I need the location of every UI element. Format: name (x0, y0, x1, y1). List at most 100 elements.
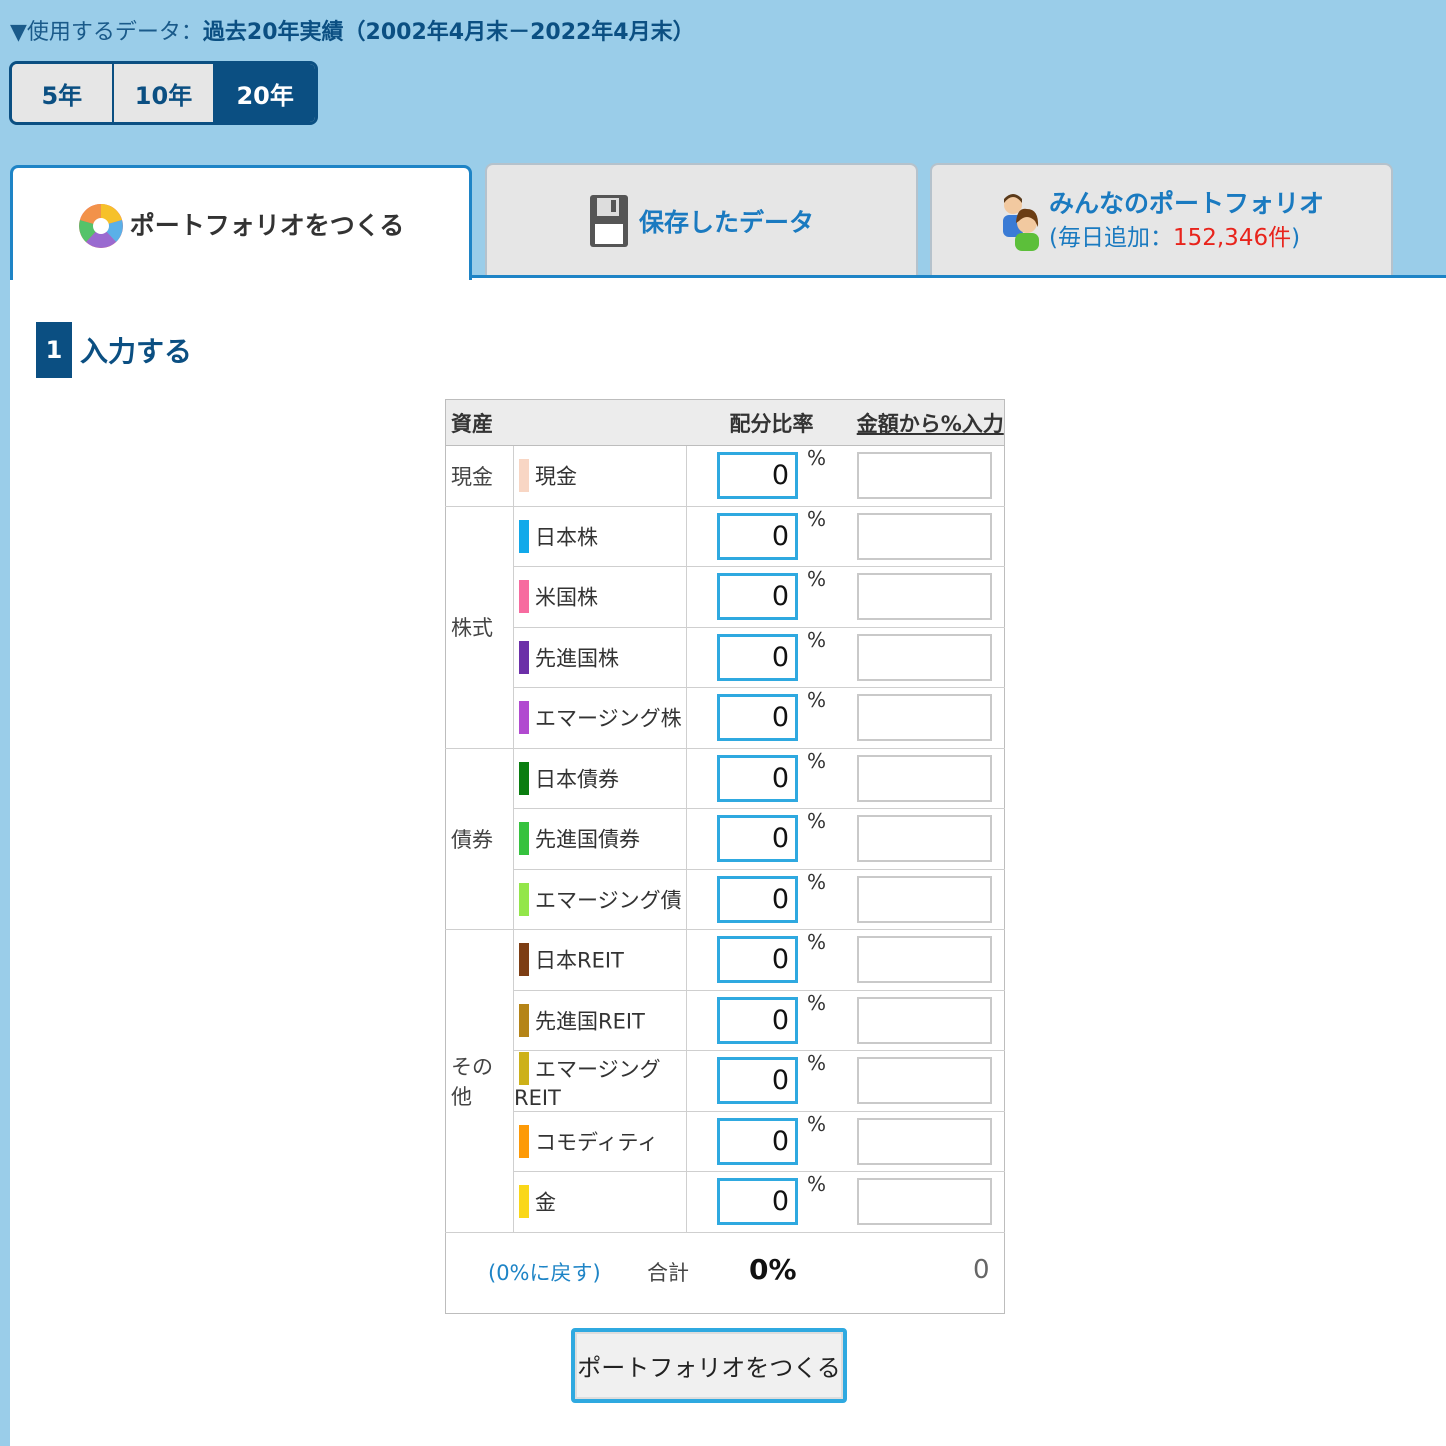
year-10-button[interactable]: 10年 (113, 64, 216, 122)
asset-color-swatch (519, 943, 529, 977)
amount-input[interactable] (856, 936, 992, 984)
ratio-input[interactable]: 0 (717, 573, 798, 621)
asset-name: 先進国REIT (535, 1009, 645, 1034)
percent-sign: % (807, 446, 827, 471)
make-portfolio-button[interactable]: ポートフォリオをつくる (571, 1328, 847, 1403)
percent-sign: % (807, 506, 827, 531)
amount-cell (856, 929, 1005, 990)
tab-everyone-label: みんなのポートフォリオ (1048, 188, 1324, 218)
data-source-period: 過去20年実績（2002年4月末－2022年4月末） (202, 20, 695, 45)
amount-input[interactable] (856, 1057, 992, 1105)
daily-added-count: (毎日追加：152,346件) (1048, 224, 1301, 251)
ratio-cell: 0% (686, 566, 857, 627)
asset-name-cell: エマージング債 (513, 868, 687, 930)
data-source-line: ▼使用するデータ：過去20年実績（2002年4月末－2022年4月末） (10, 14, 695, 46)
percent-sign: % (807, 1051, 827, 1076)
ratio-input[interactable]: 0 (717, 936, 798, 984)
asset-name: 日本債券 (535, 767, 619, 792)
percent-sign: % (807, 809, 827, 834)
asset-color-swatch (519, 1124, 529, 1158)
allocation-row: 先進国REIT 0% (446, 989, 1005, 1051)
ratio-input[interactable]: 0 (717, 996, 798, 1044)
allocation-row: 先進国債券 0% (446, 808, 1005, 869)
asset-color-swatch (519, 822, 529, 856)
amount-input[interactable] (856, 1178, 992, 1226)
ratio-cell: 0% (686, 989, 857, 1051)
asset-name: 先進国株 (535, 646, 619, 671)
ratio-input[interactable]: 0 (717, 815, 798, 863)
allocation-row: 株式 日本株 0% (445, 505, 1005, 748)
year-toggle: 5年 10年 20年 (9, 61, 318, 125)
year-5-button[interactable]: 5年 (12, 64, 114, 122)
reset-link[interactable]: (0%に戻す) (488, 1257, 601, 1287)
percent-sign: % (807, 748, 827, 773)
allocation-table: 資産 配分比率 金額から%入力 現金 現金 0% 株式 日本株 0% 米国株 0% 先進国株 0%… (445, 399, 1005, 1314)
amount-input[interactable] (856, 573, 992, 621)
ratio-cell: 0% (686, 929, 857, 990)
amount-input[interactable] (856, 815, 992, 863)
asset-name-cell: 先進国債券 (513, 808, 687, 869)
percent-sign: % (807, 1111, 827, 1136)
ratio-input[interactable]: 0 (717, 694, 798, 742)
amount-input[interactable] (856, 996, 992, 1044)
allocation-row: 現金 現金 0% (445, 445, 1005, 506)
asset-name: エマージング株 (535, 706, 682, 731)
amount-input[interactable] (856, 633, 992, 681)
asset-name-cell: 先進国REIT (513, 989, 687, 1051)
amount-input[interactable] (856, 1117, 992, 1165)
asset-name-cell: エマージング株 (513, 687, 687, 748)
asset-name-cell: 先進国株 (513, 626, 687, 688)
amount-input[interactable] (856, 875, 992, 923)
tab-make-label: ポートフォリオをつくる (129, 211, 405, 240)
header-amount-link[interactable]: 金額から%入力 (856, 399, 1005, 446)
ratio-input[interactable]: 0 (717, 1057, 798, 1105)
header-ratio: 配分比率 (686, 399, 857, 446)
amount-cell (856, 626, 1005, 688)
allocation-row: エマージング債 0% (446, 868, 1005, 930)
ratio-input[interactable]: 0 (717, 875, 798, 923)
amount-cell (856, 808, 1005, 869)
tab-everyone-portfolio[interactable]: みんなのポートフォリオ (毎日追加：152,346件) (930, 163, 1393, 276)
amount-input[interactable] (856, 452, 992, 500)
amount-input[interactable] (856, 754, 992, 802)
ratio-input[interactable]: 0 (717, 452, 798, 500)
ratio-input[interactable]: 0 (717, 754, 798, 802)
tab-saved-data[interactable]: 保存したデータ (485, 163, 918, 276)
asset-name-cell: 金 (513, 1171, 687, 1232)
percent-sign: % (807, 1172, 827, 1197)
asset-name: 金 (535, 1190, 556, 1215)
amount-cell (856, 505, 1005, 567)
tab-make-portfolio[interactable]: ポートフォリオをつくる (10, 165, 472, 280)
asset-color-swatch (519, 640, 529, 674)
ratio-cell: 0% (686, 626, 857, 688)
amount-input[interactable] (856, 694, 992, 742)
pie-chart-icon (78, 204, 123, 248)
amount-cell (856, 1050, 1005, 1111)
ratio-input[interactable]: 0 (717, 633, 798, 681)
ratio-cell: 0% (686, 808, 857, 869)
asset-category: 現金 (445, 445, 514, 506)
asset-name-cell: コモディティ (513, 1110, 687, 1172)
ratio-input[interactable]: 0 (717, 1117, 798, 1165)
step-title: 入力する (80, 335, 193, 368)
step-number: 1 (36, 322, 72, 378)
ratio-input[interactable]: 0 (717, 512, 798, 560)
ratio-cell: 0% (686, 445, 857, 506)
total-row: (0%に戻す) 合計 0% 0 (446, 1233, 1004, 1313)
asset-name-cell: 現金 (513, 445, 687, 506)
amount-input[interactable] (856, 512, 992, 560)
input-panel: 1 入力する 資産 配分比率 金額から%入力 現金 現金 0% 株式 日本株 0% 米国株 0… (10, 275, 1446, 1446)
asset-color-swatch (519, 1185, 529, 1219)
percent-sign: % (807, 930, 827, 955)
amount-cell (856, 1171, 1005, 1232)
ratio-cell: 0% (686, 1110, 857, 1172)
asset-color-swatch (519, 761, 529, 795)
amount-cell (856, 747, 1005, 809)
allocation-row: エマージング株 0% (446, 687, 1005, 748)
allocation-row: エマージングREIT 0% (446, 1050, 1005, 1111)
asset-color-swatch (519, 580, 529, 614)
year-20-button[interactable]: 20年 (215, 64, 315, 122)
ratio-input[interactable]: 0 (717, 1178, 798, 1226)
amount-cell (856, 868, 1005, 930)
asset-color-swatch (519, 882, 529, 916)
